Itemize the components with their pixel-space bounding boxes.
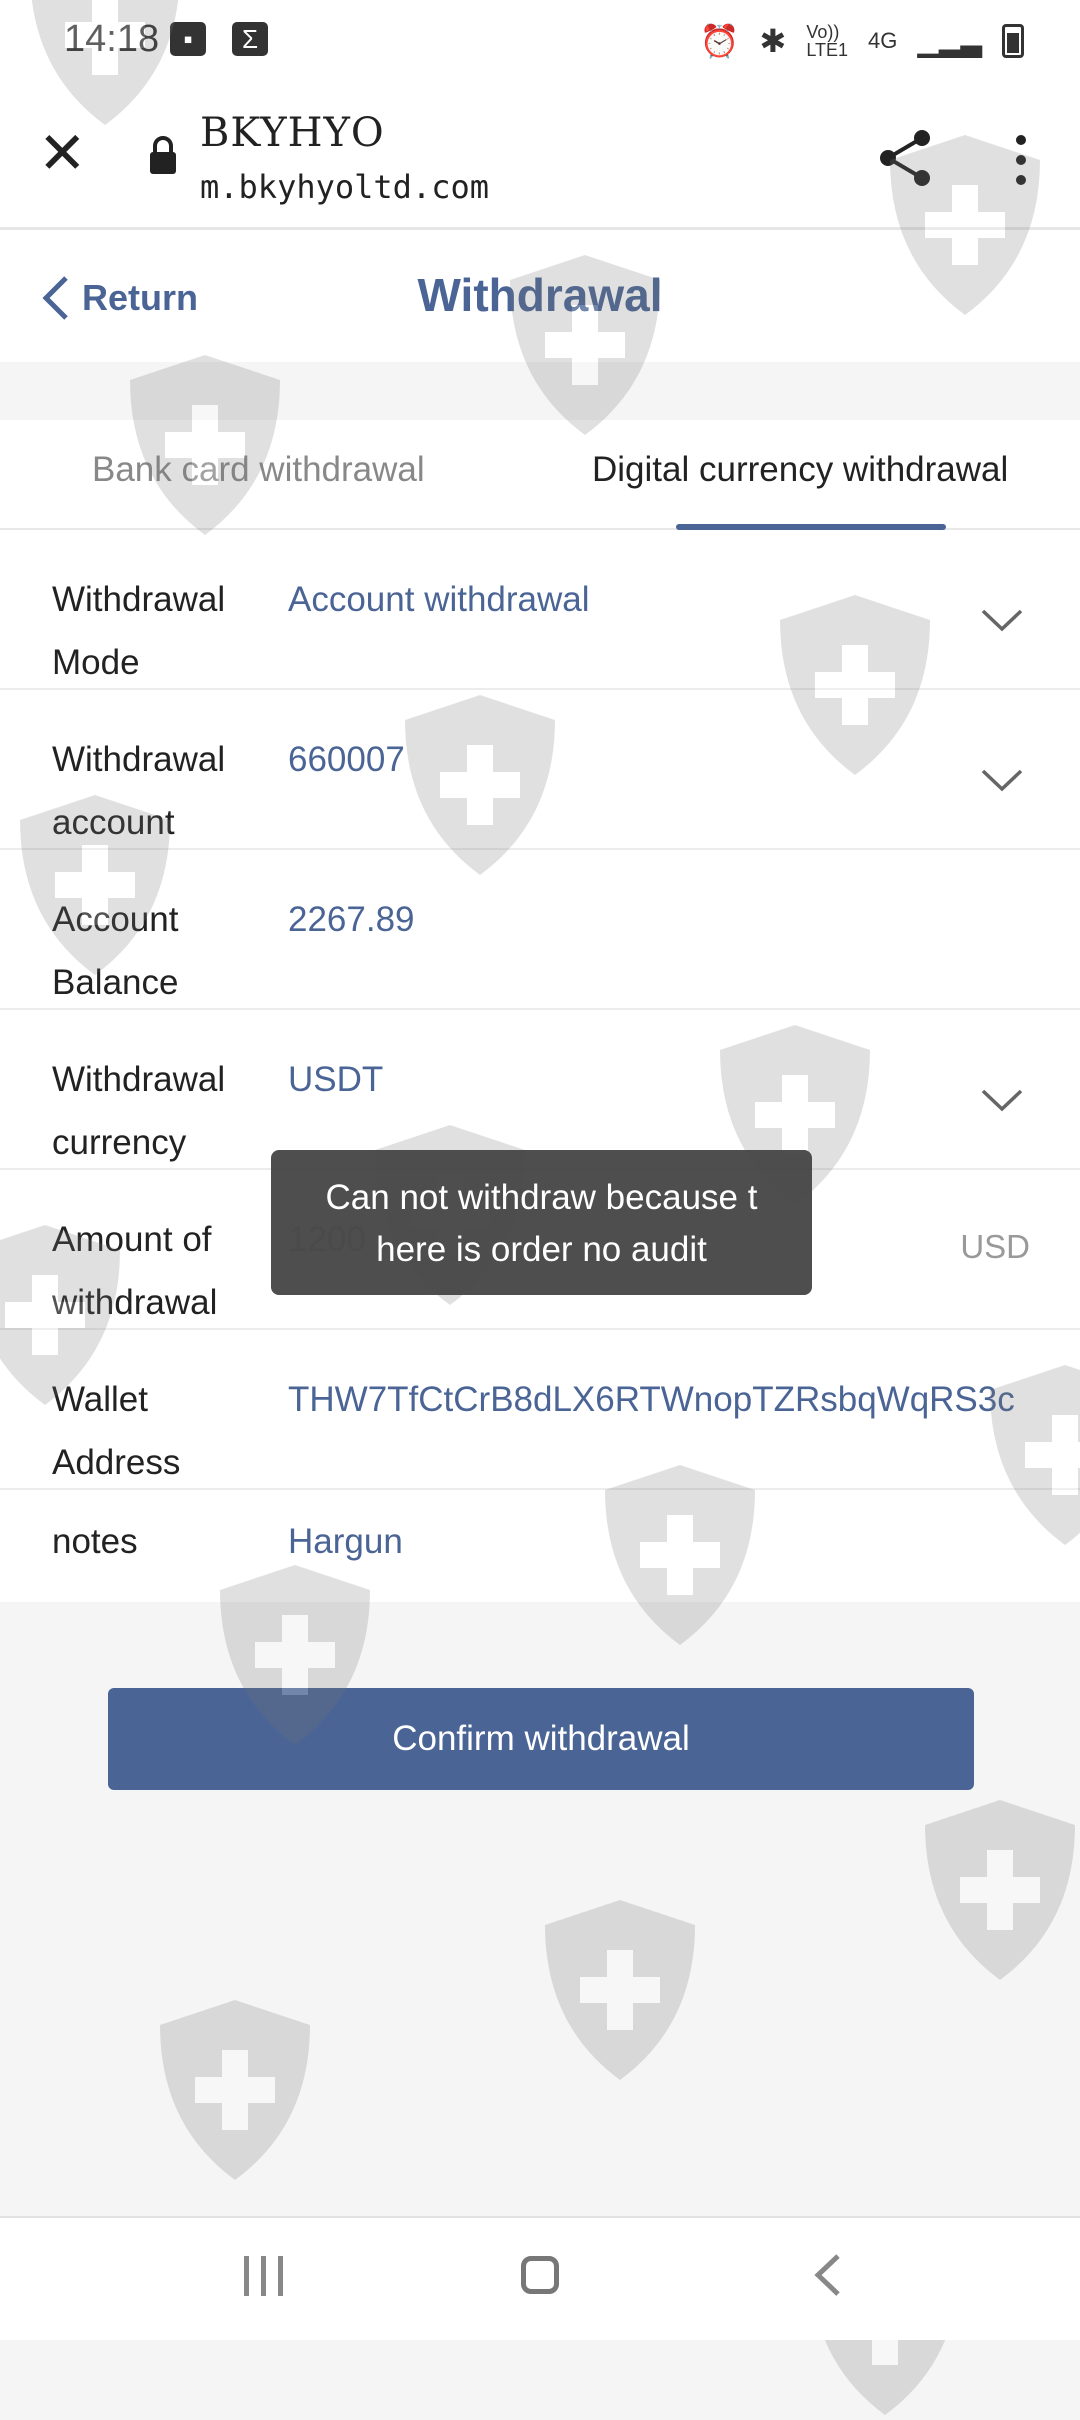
wallet-address-input[interactable]: THW7TfCtCrB8dLX6RTWnopTZRsbqWqRS3c: [288, 1368, 1015, 1431]
notes-row[interactable]: notes Hargun: [0, 1490, 1080, 1602]
chevron-down-icon[interactable]: [980, 1088, 1024, 1112]
account-balance-row: Account Balance 2267.89: [0, 850, 1080, 1010]
chevron-down-icon[interactable]: [980, 768, 1024, 792]
site-url[interactable]: m.bkyhyoltd.com: [200, 168, 489, 206]
withdrawal-account-label: Withdrawal account: [52, 740, 226, 842]
withdrawal-form: Withdrawal Mode Account withdrawal Withd…: [0, 530, 1080, 1602]
page-header: Return Withdrawal: [0, 230, 1080, 362]
withdrawal-mode-row[interactable]: Withdrawal Mode Account withdrawal: [0, 530, 1080, 690]
withdrawal-currency-row[interactable]: Withdrawal currency USDT: [0, 1010, 1080, 1170]
browser-bar: ✕ BKYHYO m.bkyhyoltd.com: [0, 80, 1080, 230]
tab-digital-currency-withdrawal[interactable]: Digital currency withdrawal: [592, 450, 1008, 490]
notes-label: notes: [52, 1522, 138, 1561]
amount-unit: USD: [960, 1228, 1030, 1265]
volte-icon: Vo)) LTE1: [806, 22, 849, 60]
4g-icon: 4G: [868, 28, 898, 53]
confirm-withdrawal-button[interactable]: Confirm withdrawal: [108, 1688, 974, 1790]
withdrawal-account-select[interactable]: 660007: [288, 728, 405, 791]
chevron-down-icon[interactable]: [980, 608, 1024, 632]
battery-icon: [1002, 24, 1024, 58]
withdrawal-currency-label: Withdrawal currency: [52, 1060, 226, 1162]
account-balance-value: 2267.89: [288, 900, 415, 939]
tab-bar: Bank card withdrawal Digital currency wi…: [0, 420, 1080, 530]
back-icon[interactable]: [808, 2252, 848, 2298]
recents-icon[interactable]: [244, 2256, 283, 2296]
shield-watermark-icon: [545, 1900, 695, 2080]
wallet-address-row[interactable]: Wallet Address THW7TfCtCrB8dLX6RTWnopTZR…: [0, 1330, 1080, 1490]
shield-watermark-icon: [925, 1800, 1075, 1980]
withdrawal-account-row[interactable]: Withdrawal account 660007: [0, 690, 1080, 850]
site-title: BKYHYO: [200, 110, 385, 156]
bluetooth-icon: ✱: [759, 23, 787, 59]
status-time: 14:18: [64, 18, 160, 60]
signal-icon: ▁▂▃: [917, 25, 982, 57]
page-title: Withdrawal: [417, 269, 663, 321]
account-balance-label: Account Balance: [52, 900, 179, 1002]
withdrawal-currency-select[interactable]: USDT: [288, 1048, 383, 1111]
amount-label: Amount of withdrawal: [52, 1220, 218, 1322]
alarm-icon: ⏰: [699, 23, 740, 59]
error-toast: Can not withdraw because t here is order…: [271, 1150, 812, 1295]
home-icon[interactable]: [521, 2256, 559, 2294]
share-icon[interactable]: [878, 128, 934, 188]
status-bar: 14:18 ▪ Σ ⏰ ✱ Vo)) LTE1 4G ▁▂▃: [0, 0, 1080, 80]
more-icon[interactable]: [1006, 132, 1036, 188]
close-icon[interactable]: ✕: [38, 125, 87, 183]
notes-input[interactable]: Hargun: [288, 1510, 403, 1573]
lock-icon: [150, 136, 176, 174]
system-nav-bar: [0, 2216, 1080, 2340]
image-icon: ▪: [170, 22, 206, 56]
wallet-address-label: Wallet Address: [52, 1380, 181, 1482]
withdrawal-mode-select[interactable]: Account withdrawal: [288, 568, 590, 631]
tab-bank-card-withdrawal[interactable]: Bank card withdrawal: [92, 450, 425, 490]
withdrawal-mode-label: Withdrawal Mode: [52, 580, 226, 682]
shield-watermark-icon: [160, 2000, 310, 2180]
sigma-icon: Σ: [232, 22, 268, 56]
